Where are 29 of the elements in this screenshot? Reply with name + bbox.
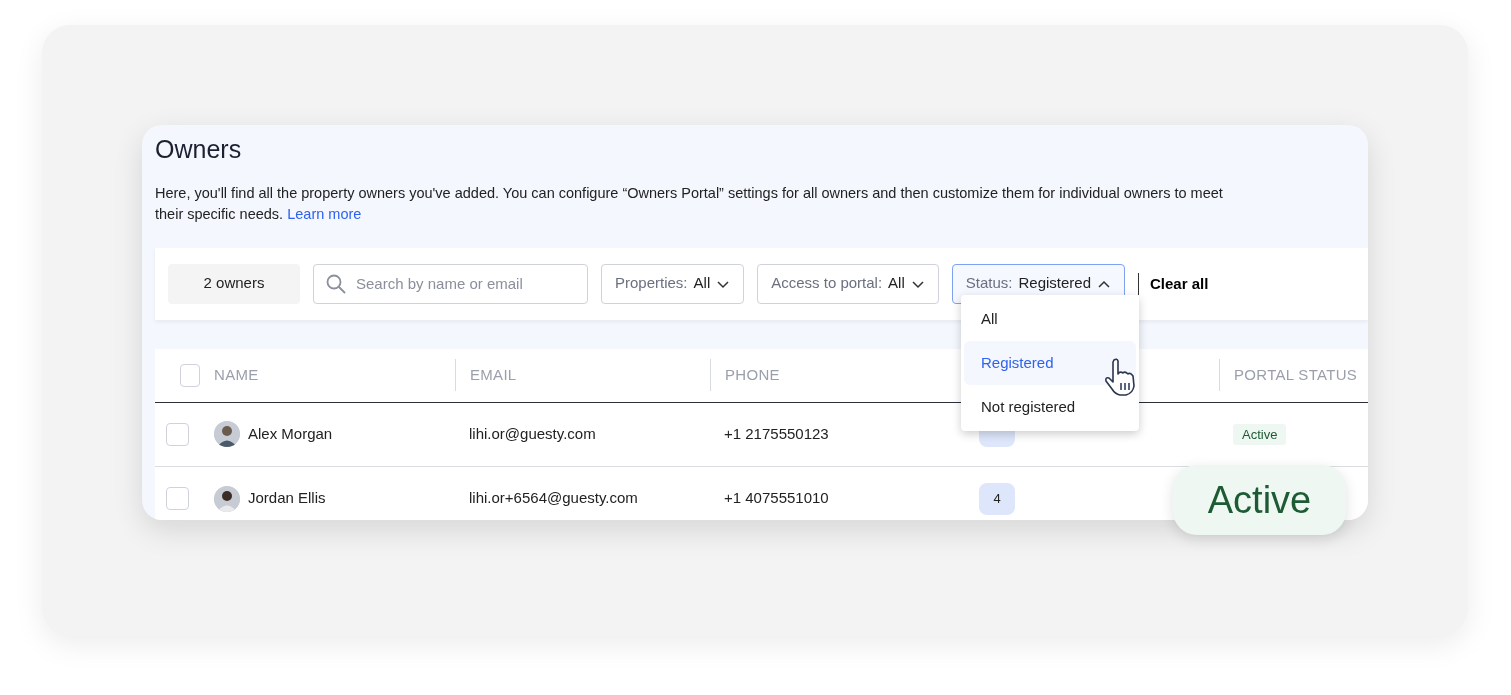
owner-count: 2 owners	[168, 263, 300, 304]
description: Here, you'll find all the property owners you've added. You can configure “Owners Portal” settings for all owners and then customize them for individual owners to meet their specific needs. Learn more	[155, 183, 1224, 224]
avatar	[214, 485, 240, 512]
email-text: lihi.or@guesty.com	[469, 424, 596, 442]
status-callout: Active	[1173, 465, 1346, 535]
count-badge: 4	[979, 482, 1015, 515]
avatar	[214, 421, 240, 447]
phone-text: +1 4075551010	[724, 489, 829, 507]
menu-item[interactable]: Registered	[964, 341, 1136, 385]
column-header: PHONE	[725, 364, 780, 385]
filter-dropdown[interactable]: Access to portal: All	[757, 263, 939, 304]
column-header: NAME	[214, 364, 259, 385]
column-header: EMAIL	[470, 364, 517, 385]
owner-name: Jordan Ellis	[248, 488, 326, 509]
row-checkbox[interactable]	[166, 422, 189, 446]
row-checkbox[interactable]	[166, 487, 189, 510]
menu-item[interactable]: Not registered	[964, 385, 1136, 429]
phone-text: +1 2175550123	[724, 424, 829, 442]
learn-more-link[interactable]: Learn more	[287, 205, 362, 222]
clear-all-button[interactable]: Clear all	[1138, 272, 1215, 295]
owner-name: Alex Morgan	[248, 423, 333, 444]
filter-dropdown[interactable]: Properties: All	[601, 263, 745, 304]
search-icon	[326, 273, 346, 294]
select-all-checkbox[interactable]	[180, 363, 200, 387]
column-header: PORTAL STATUS	[1234, 364, 1358, 385]
status-badge: Active	[1233, 423, 1287, 445]
email-text: lihi.or+6564@guesty.com	[469, 489, 638, 507]
page-title: Owners	[155, 134, 243, 165]
search-field[interactable]: Search by name or email	[313, 263, 588, 304]
